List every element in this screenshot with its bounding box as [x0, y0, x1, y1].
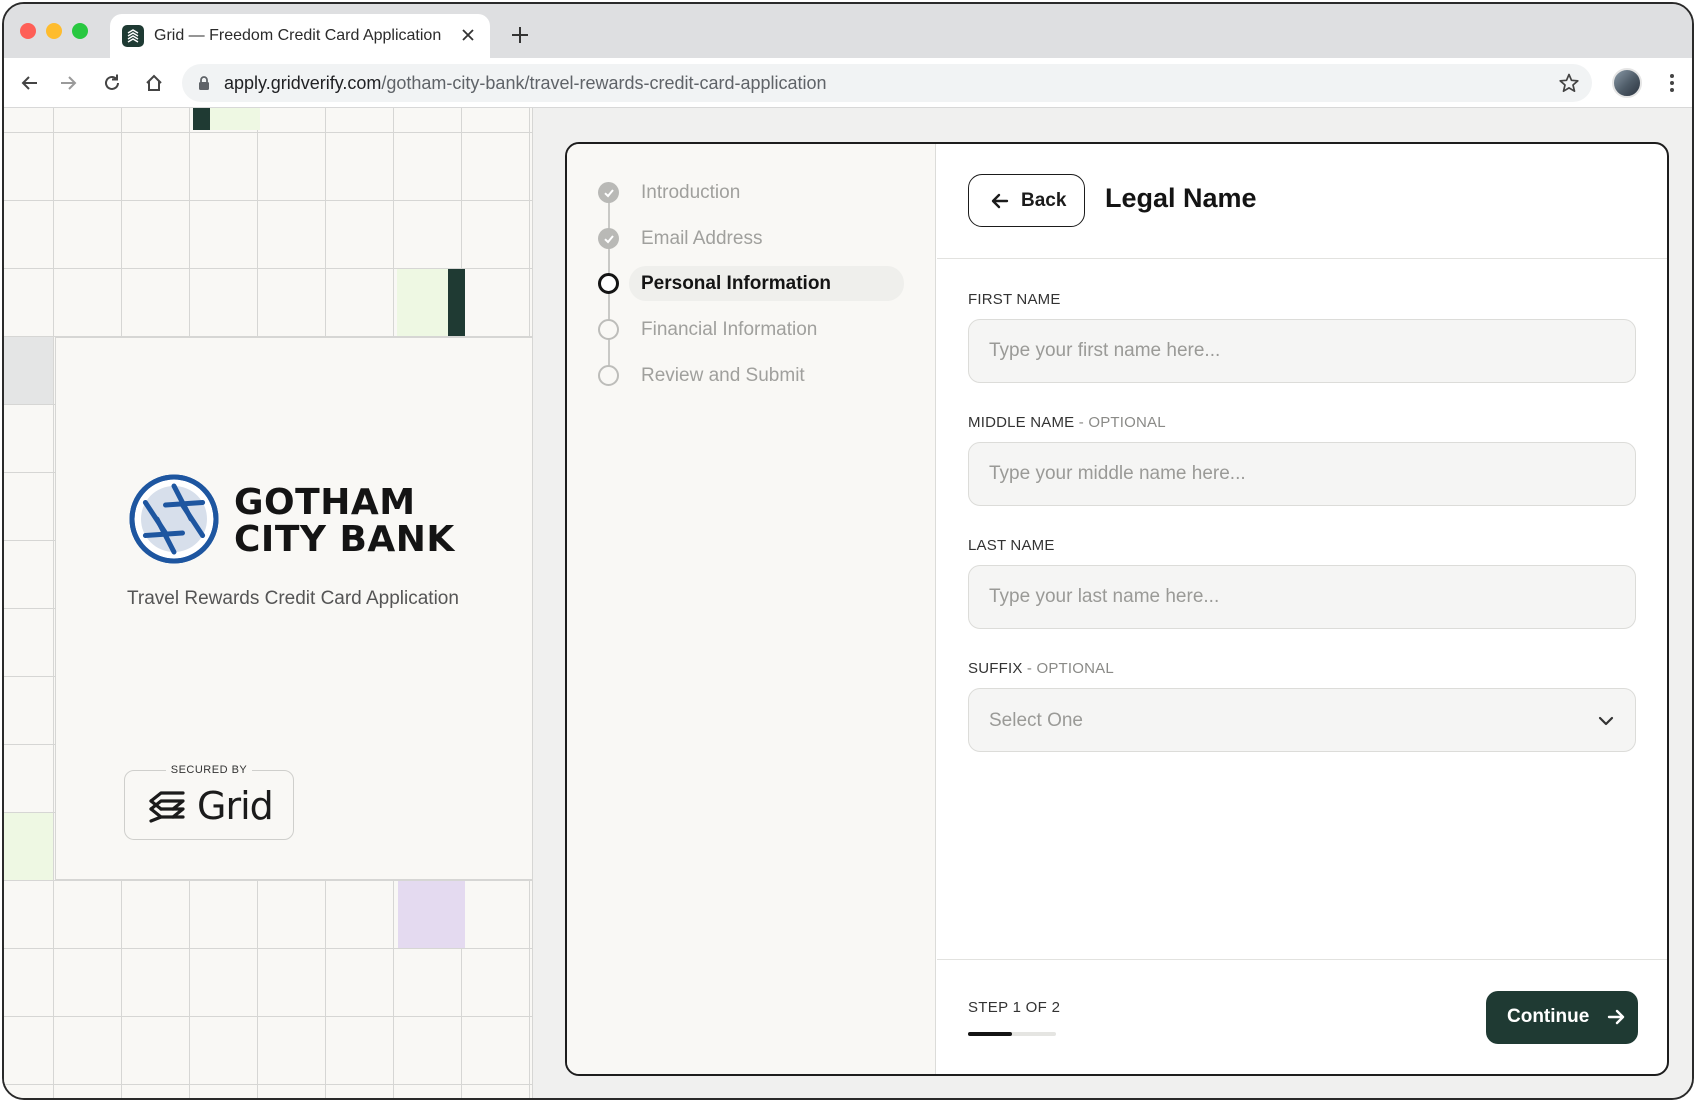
- home-icon[interactable]: [142, 71, 166, 95]
- continue-button[interactable]: Continue: [1486, 991, 1638, 1044]
- brand-panel: GOTHAM CITY BANK Travel Rewards Credit C…: [4, 108, 533, 1098]
- optional-tag: - OPTIONAL: [1026, 660, 1114, 677]
- continue-button-label: Continue: [1507, 1006, 1590, 1027]
- check-circle-icon: [598, 228, 619, 249]
- middle-name-label-text: MIDDLE NAME: [968, 414, 1075, 431]
- grid-decor-dark: [193, 108, 210, 130]
- back-button-label: Back: [1021, 190, 1067, 211]
- first-name-field[interactable]: [968, 319, 1636, 383]
- bookmark-star-icon[interactable]: [1558, 72, 1580, 94]
- step-personal-information[interactable]: Personal Information: [567, 266, 907, 301]
- step-financial-information[interactable]: Financial Information: [567, 312, 907, 346]
- grid-decor-lavender: [398, 881, 465, 948]
- profile-avatar[interactable]: [1612, 68, 1642, 98]
- last-name-label: LAST NAME: [968, 537, 1055, 554]
- current-step-circle-icon: [598, 273, 619, 294]
- step-progress-fill: [968, 1032, 1012, 1036]
- new-tab-icon[interactable]: [508, 23, 532, 47]
- url-text: apply.gridverify.com/gotham-city-bank/tr…: [224, 73, 827, 94]
- tab-bar: Grid — Freedom Credit Card Application: [4, 4, 1692, 58]
- chevron-down-icon: [1595, 710, 1617, 732]
- reload-icon[interactable]: [100, 71, 124, 95]
- steps-sidebar: Introduction Email Address Personal Info…: [567, 144, 936, 1074]
- step-email-address[interactable]: Email Address: [567, 221, 907, 255]
- first-name-label-text: FIRST NAME: [968, 291, 1061, 308]
- middle-name-field[interactable]: [968, 442, 1636, 506]
- step-review-and-submit[interactable]: Review and Submit: [567, 358, 907, 392]
- first-name-input[interactable]: [969, 320, 1635, 382]
- form-footer: STEP 1 OF 2 Continue: [937, 959, 1667, 1074]
- brand-card: GOTHAM CITY BANK Travel Rewards Credit C…: [55, 337, 532, 880]
- grid-decor-green: [210, 108, 260, 130]
- middle-name-input[interactable]: [969, 443, 1635, 505]
- back-arrow-icon[interactable]: [18, 71, 42, 95]
- middle-name-label: MIDDLE NAME - OPTIONAL: [968, 414, 1166, 431]
- step-label: Personal Information: [641, 273, 832, 294]
- url-path: /gotham-city-bank/travel-rewards-credit-…: [381, 73, 827, 93]
- form-area: Back Legal Name FIRST NAME MIDDLE NAME -…: [937, 144, 1667, 1074]
- optional-tag: - OPTIONAL: [1078, 414, 1166, 431]
- url-host: apply.gridverify.com: [224, 73, 382, 93]
- last-name-field[interactable]: [968, 565, 1636, 629]
- application-card: Introduction Email Address Personal Info…: [565, 142, 1669, 1076]
- step-label: Introduction: [641, 182, 741, 203]
- grid-decor-gray: [4, 337, 53, 404]
- grid-wordmark: Grid: [197, 784, 274, 828]
- forward-arrow-icon[interactable]: [56, 71, 80, 95]
- step-progress-bar: [968, 1032, 1056, 1036]
- suffix-label-text: SUFFIX: [968, 660, 1023, 677]
- secured-by-grid-badge: SECURED BY Grid: [124, 764, 294, 840]
- grid-logo-icon: [147, 789, 187, 825]
- maximize-window-button[interactable]: [72, 23, 88, 39]
- step-label: Financial Information: [641, 319, 818, 340]
- first-name-label: FIRST NAME: [968, 291, 1061, 308]
- browser-tab[interactable]: Grid — Freedom Credit Card Application: [110, 14, 490, 58]
- bank-name-line2: CITY BANK: [234, 519, 455, 560]
- form-header: Back Legal Name: [937, 144, 1667, 259]
- address-bar[interactable]: apply.gridverify.com/gotham-city-bank/tr…: [182, 64, 1592, 102]
- browser-window: Grid — Freedom Credit Card Application a…: [2, 2, 1694, 1100]
- grid-favicon-icon: [122, 25, 144, 47]
- browser-toolbar: apply.gridverify.com/gotham-city-bank/tr…: [4, 58, 1692, 108]
- grid-decor-green: [397, 269, 448, 336]
- gotham-aperture-logo-icon: [129, 474, 219, 564]
- step-counter: STEP 1 OF 2: [968, 999, 1061, 1016]
- arrow-left-icon: [989, 190, 1011, 212]
- step-introduction[interactable]: Introduction: [567, 175, 907, 209]
- lock-icon: [196, 75, 212, 91]
- grid-decor-green: [4, 813, 53, 880]
- bank-name-line1: GOTHAM: [234, 482, 416, 523]
- last-name-input[interactable]: [969, 566, 1635, 628]
- page-content: GOTHAM CITY BANK Travel Rewards Credit C…: [4, 108, 1692, 1098]
- tab-title: Grid — Freedom Credit Card Application: [154, 27, 442, 44]
- close-tab-icon[interactable]: [458, 25, 478, 45]
- step-label: Email Address: [641, 228, 763, 249]
- empty-circle-icon: [598, 319, 619, 340]
- secured-by-label: SECURED BY: [165, 764, 253, 776]
- more-menu-icon[interactable]: [1660, 71, 1684, 95]
- close-window-button[interactable]: [20, 23, 36, 39]
- check-circle-icon: [598, 182, 619, 203]
- arrow-right-icon: [1605, 1006, 1627, 1028]
- minimize-window-button[interactable]: [46, 23, 62, 39]
- back-button[interactable]: Back: [968, 174, 1085, 227]
- page-title: Legal Name: [1105, 183, 1257, 213]
- suffix-selected-value: Select One: [989, 710, 1083, 731]
- step-label: Review and Submit: [641, 365, 805, 386]
- suffix-select[interactable]: Select One: [968, 688, 1636, 752]
- bank-name: GOTHAM CITY BANK: [234, 484, 455, 558]
- application-subtitle: Travel Rewards Credit Card Application: [127, 588, 459, 609]
- suffix-label: SUFFIX - OPTIONAL: [968, 660, 1114, 677]
- grid-decor-dark: [448, 269, 465, 336]
- empty-circle-icon: [598, 365, 619, 386]
- last-name-label-text: LAST NAME: [968, 537, 1055, 554]
